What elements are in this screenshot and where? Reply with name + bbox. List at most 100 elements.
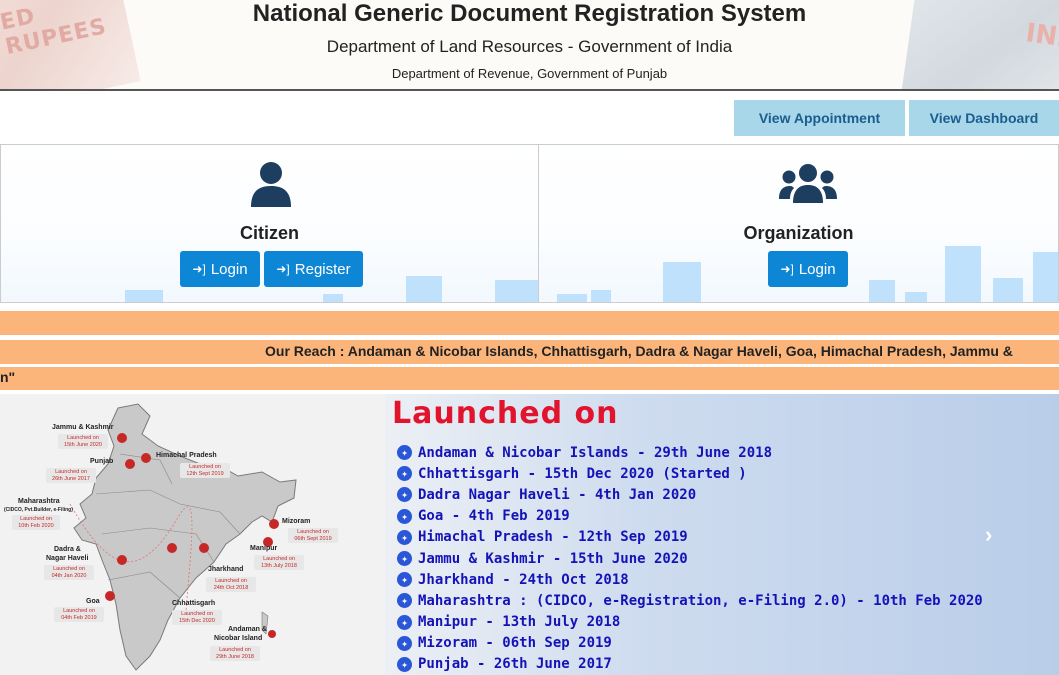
sign-in-icon: ➜] — [192, 262, 206, 276]
list-item: ✦ Maharashtra : (CIDCO, e-Registration, e… — [397, 590, 983, 611]
sign-in-icon: ➜] — [276, 262, 290, 276]
globe-icon: ✦ — [397, 656, 412, 672]
map-label-jharkhand: Jharkhand — [208, 566, 244, 573]
skyline-building — [495, 280, 538, 302]
launch-item-text: Jammu & Kashmir - 15th June 2020 — [418, 550, 688, 567]
list-item: ✦ Andaman & Nicobar Islands - 29th June 2… — [397, 442, 983, 463]
department-name: Department of Revenue, Government of Pun… — [391, 66, 668, 81]
launch-item-text: Maharashtra : (CIDCO, e-Registration, e-… — [418, 592, 983, 609]
map-note-dadra: Launched on 04th Jan 2020 — [44, 565, 94, 581]
launch-slider: Jammu & Kashmir Launched on 15th June 20… — [0, 394, 1059, 675]
map-note-goa: Launched on 04th Feb 2019 — [54, 607, 104, 623]
organization-panel: Organization ➜] Login — [538, 144, 1059, 303]
citizen-register-label: Register — [294, 260, 351, 278]
map-label-jk: Jammu & Kashmir — [52, 424, 114, 431]
skyline-building — [557, 294, 587, 302]
map-label-dadra: Dadra & — [54, 546, 81, 553]
map-label-punjab: Punjab — [90, 458, 114, 465]
globe-icon: ✦ — [397, 487, 412, 503]
map-label-hp: Himachal Pradesh — [156, 452, 217, 459]
user-icon — [251, 162, 291, 207]
info-strip-2: n" — [0, 367, 1059, 390]
list-item: ✦ Goa - 4th Feb 2019 — [397, 506, 983, 527]
citizen-register-button[interactable]: ➜] Register — [264, 251, 363, 287]
map-label-goa: Goa — [86, 598, 100, 605]
view-appointment-button[interactable]: View Appointment — [734, 100, 905, 136]
citizen-login-label: Login — [210, 260, 248, 278]
list-item: ✦ Punjab - 26th June 2017 — [397, 654, 983, 675]
citizen-login-button[interactable]: ➜] Login — [180, 251, 260, 287]
map-label-maharashtra-sub: (CIDCO, Pvt.Builder, e-Filing) — [4, 507, 73, 513]
globe-icon: ✦ — [397, 508, 412, 524]
citizen-panel: Citizen ➜] Login ➜] Register — [0, 144, 539, 303]
map-label-andaman: Andaman & — [228, 626, 267, 633]
map-label-dadra-2: Nagar Haveli — [46, 555, 89, 562]
chevron-right-icon[interactable]: › — [985, 522, 992, 548]
launch-item-text: Andaman & Nicobar Islands - 29th June 20… — [418, 444, 773, 461]
skyline-building — [591, 290, 611, 302]
globe-icon: ✦ — [397, 466, 412, 482]
skyline-building — [993, 278, 1023, 302]
map-note-chhattisgarh: Launched on 15th Dec 2020 — [172, 610, 222, 626]
organization-label: Organization — [743, 223, 854, 243]
globe-icon: ✦ — [397, 572, 412, 588]
map-label-manipur: Manipur — [250, 545, 278, 552]
sign-in-icon: ➜] — [780, 262, 794, 276]
launched-on-title: Launched on — [392, 396, 619, 431]
view-dashboard-button[interactable]: View Dashboard — [909, 100, 1059, 136]
map-note-manipur: Launched on 13th July 2018 — [254, 555, 304, 571]
skyline-building — [406, 276, 442, 302]
users-icon — [779, 164, 837, 203]
globe-icon: ✦ — [397, 445, 412, 461]
list-item: ✦ Jharkhand - 24th Oct 2018 — [397, 569, 983, 590]
launch-item-text: Punjab - 26th June 2017 — [418, 656, 612, 673]
map-label-mizoram: Mizoram — [282, 518, 311, 525]
launch-item-text: Jharkhand - 24th Oct 2018 — [418, 571, 629, 588]
list-item: ✦ Himachal Pradesh - 12th Sep 2019 — [397, 527, 983, 548]
map-note-jk: Launched on 15th June 2020 — [58, 434, 108, 450]
launch-item-text: Manipur - 13th July 2018 — [418, 614, 621, 631]
launch-item-text: Chhattisgarh - 15th Dec 2020 (Started ) — [418, 465, 747, 482]
page-header: ED RUPEES IND National Generic Document … — [0, 0, 1059, 91]
organization-login-label: Login — [798, 260, 836, 278]
organization-login-button[interactable]: ➜] Login — [768, 251, 848, 287]
strip-text: n" — [0, 369, 16, 385]
globe-icon: ✦ — [397, 551, 412, 567]
citizen-label: Citizen — [239, 223, 299, 243]
skyline-building — [945, 246, 981, 302]
skyline-building — [905, 292, 927, 302]
globe-icon: ✦ — [397, 593, 412, 609]
map-label-chhattisgarh: Chhattisgarh — [172, 600, 216, 607]
skyline-building — [869, 280, 895, 302]
map-note-jharkhand: Launched on 24th Oct 2018 — [206, 577, 256, 593]
list-item: ✦ Manipur - 13th July 2018 — [397, 612, 983, 633]
reach-marquee-text: Our Reach : Andaman & Nicobar Islands, C… — [265, 343, 1013, 359]
page-title: National Generic Document Registration S… — [252, 0, 807, 27]
page-subtitle: Department of Land Resources - Governmen… — [326, 37, 733, 56]
list-item: ✦ Jammu & Kashmir - 15th June 2020 — [397, 548, 983, 569]
skyline-building — [125, 290, 163, 302]
map-note-andaman: Launched on 29th June 2018 — [210, 646, 260, 662]
list-item: ✦ Chhattisgarh - 15th Dec 2020 (Started ) — [397, 463, 983, 484]
map-note-maharashtra: Launched on 10th Feb 2020 — [12, 515, 60, 531]
launch-item-text: Goa - 4th Feb 2019 — [418, 508, 570, 525]
globe-icon: ✦ — [397, 614, 412, 630]
skyline-building — [1033, 252, 1058, 302]
map-label-maharashtra: Maharashtra — [18, 498, 60, 505]
skyline-building — [663, 262, 701, 302]
launch-item-text: Himachal Pradesh - 12th Sep 2019 — [418, 529, 688, 546]
skyline-building — [323, 294, 343, 302]
reach-marquee: Our Reach : Andaman & Nicobar Islands, C… — [0, 340, 1059, 364]
launch-item-text: Mizoram - 06th Sep 2019 — [418, 635, 612, 652]
map-note-mizoram: Launched on 06th Sept 2019 — [288, 528, 338, 544]
launch-item-text: Dadra Nagar Haveli - 4th Jan 2020 — [418, 486, 697, 503]
globe-icon: ✦ — [397, 529, 412, 545]
globe-icon: ✦ — [397, 635, 412, 651]
map-note-punjab: Launched on 26th June 2017 — [46, 468, 96, 484]
india-map: Jammu & Kashmir Launched on 15th June 20… — [0, 394, 385, 675]
info-strip — [0, 311, 1059, 335]
launch-list: ✦ Andaman & Nicobar Islands - 29th June 2… — [397, 442, 983, 675]
list-item: ✦ Mizoram - 06th Sep 2019 — [397, 633, 983, 654]
map-note-hp: Launched on 12th Sept 2019 — [180, 463, 230, 479]
map-label-andaman-2: Nicobar Island — [214, 635, 263, 642]
